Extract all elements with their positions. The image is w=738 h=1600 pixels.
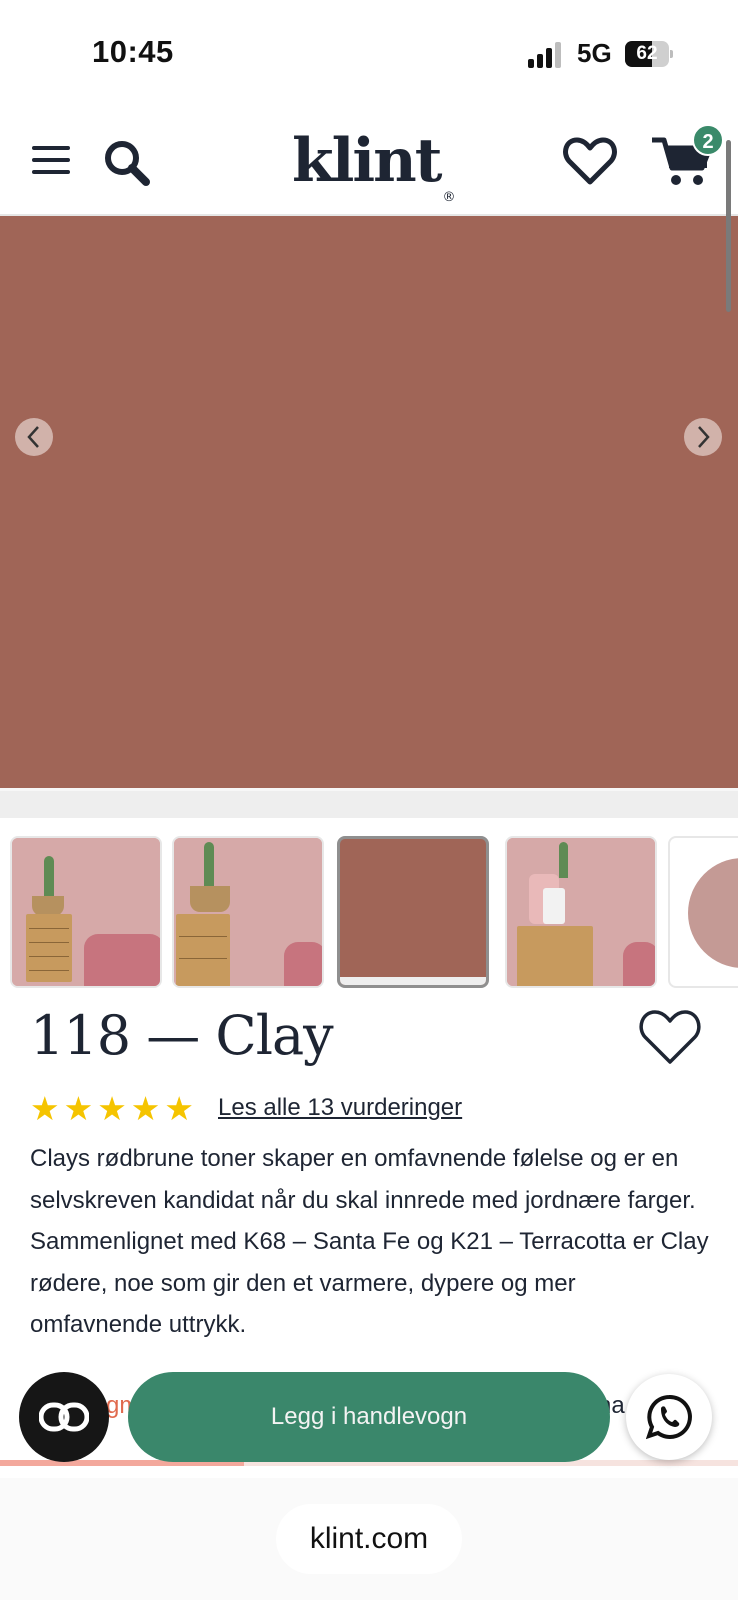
wishlist-heart-icon[interactable] bbox=[563, 136, 617, 186]
whatsapp-chat-button[interactable] bbox=[626, 1374, 712, 1460]
thumbnail-room-scene-3[interactable] bbox=[505, 836, 657, 988]
star-icon: ★ bbox=[130, 1090, 161, 1127]
hero-bottom-stripe bbox=[0, 788, 738, 818]
product-description: Clays rødbrune toner skaper en omfavnend… bbox=[30, 1145, 709, 1338]
network-type: 5G bbox=[577, 38, 612, 68]
co-browse-button[interactable] bbox=[19, 1372, 109, 1462]
search-icon[interactable] bbox=[102, 138, 154, 190]
reviews-link[interactable]: Les alle 13 vurderinger bbox=[218, 1094, 462, 1122]
gallery-next-button[interactable] bbox=[684, 418, 722, 456]
menu-icon[interactable] bbox=[32, 144, 72, 176]
star-icon: ★ bbox=[30, 1090, 60, 1127]
signal-icon bbox=[528, 42, 564, 68]
chevron-right-icon bbox=[698, 426, 710, 448]
thumbnail-round-object[interactable] bbox=[668, 836, 738, 988]
site-header: klint® 2 bbox=[0, 100, 738, 216]
logo-text: klint bbox=[292, 126, 442, 196]
favorite-heart-icon[interactable] bbox=[638, 1008, 702, 1066]
status-time: 10:45 bbox=[92, 34, 174, 69]
gallery-prev-button[interactable] bbox=[15, 418, 53, 456]
link-loop-icon bbox=[39, 1402, 89, 1432]
thumbnail-room-scene-1[interactable] bbox=[10, 836, 162, 988]
star-icon: ★ bbox=[164, 1090, 194, 1127]
product-title: 118 — Clay bbox=[30, 1004, 334, 1067]
cart-count-badge: 2 bbox=[692, 124, 724, 156]
battery-icon: 62 bbox=[625, 41, 673, 67]
star-icon: ★ bbox=[63, 1090, 94, 1127]
battery-level: 62 bbox=[636, 43, 658, 64]
whatsapp-icon bbox=[646, 1394, 692, 1440]
chevron-left-icon bbox=[27, 426, 39, 448]
product-hero-image[interactable] bbox=[0, 216, 738, 788]
status-bar: 10:45 5G 62 bbox=[0, 0, 738, 100]
page-scrollbar[interactable] bbox=[726, 140, 731, 312]
thumbnail-room-scene-2[interactable] bbox=[172, 836, 324, 988]
url-bar[interactable]: klint.com bbox=[276, 1504, 462, 1574]
registered-mark: ® bbox=[442, 190, 456, 205]
thumbnail-strip[interactable] bbox=[0, 834, 738, 990]
add-to-cart-button[interactable]: Legg i handlevogn bbox=[128, 1372, 610, 1462]
star-icon: ★ bbox=[97, 1090, 127, 1127]
klint-logo[interactable]: klint® bbox=[292, 126, 456, 205]
rating-stars: ★ ★ ★ ★ ★ bbox=[30, 1092, 194, 1126]
thumbnail-color-swatch[interactable] bbox=[337, 836, 489, 988]
